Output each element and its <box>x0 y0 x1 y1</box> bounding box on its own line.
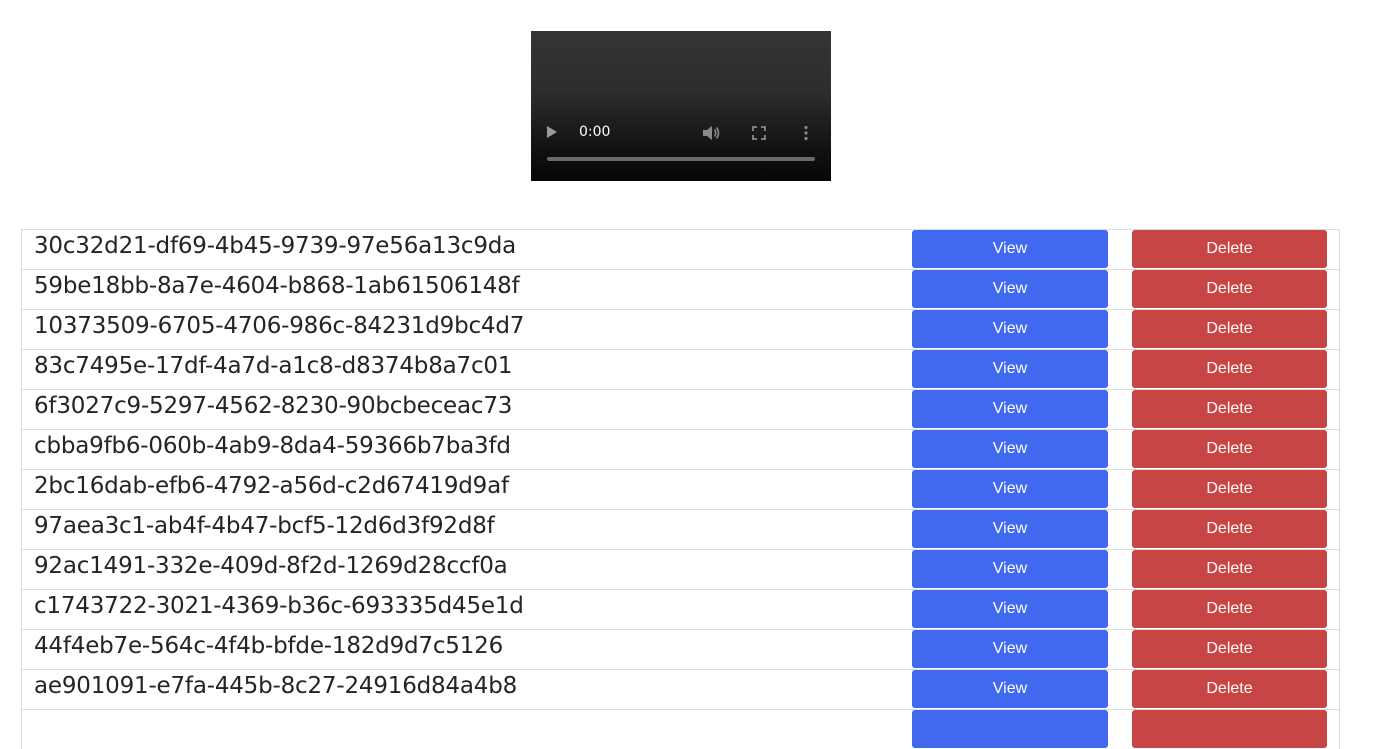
video-player[interactable]: 0:00 <box>531 31 831 181</box>
delete-button[interactable]: Delete <box>1132 510 1327 548</box>
list-item: 2bc16dab-efb6-4792-a56d-c2d67419d9af Vie… <box>21 469 1340 509</box>
delete-button[interactable]: Delete <box>1132 350 1327 388</box>
view-button[interactable]: View <box>912 430 1108 468</box>
list-item: 83c7495e-17df-4a7d-a1c8-d8374b8a7c01 Vie… <box>21 349 1340 389</box>
item-id: 83c7495e-17df-4a7d-a1c8-d8374b8a7c01 <box>34 353 513 379</box>
delete-button[interactable] <box>1132 710 1327 748</box>
item-id: 44f4eb7e-564c-4f4b-bfde-182d9d7c5126 <box>34 633 504 659</box>
delete-button[interactable]: Delete <box>1132 630 1327 668</box>
fullscreen-icon[interactable] <box>752 126 766 140</box>
list-item <box>21 709 1340 749</box>
view-button[interactable]: View <box>912 310 1108 348</box>
list-item: c1743722-3021-4369-b36c-693335d45e1d Vie… <box>21 589 1340 629</box>
item-id: 2bc16dab-efb6-4792-a56d-c2d67419d9af <box>34 473 509 499</box>
view-button[interactable]: View <box>912 350 1108 388</box>
delete-button[interactable]: Delete <box>1132 390 1327 428</box>
list-item: 92ac1491-332e-409d-8f2d-1269d28ccf0a Vie… <box>21 549 1340 589</box>
view-button[interactable]: View <box>912 230 1108 268</box>
list-item: 97aea3c1-ab4f-4b47-bcf5-12d6d3f92d8f Vie… <box>21 509 1340 549</box>
item-id: 97aea3c1-ab4f-4b47-bcf5-12d6d3f92d8f <box>34 513 495 539</box>
delete-button[interactable]: Delete <box>1132 670 1327 708</box>
view-button[interactable]: View <box>912 630 1108 668</box>
item-id: cbba9fb6-060b-4ab9-8da4-59366b7ba3fd <box>34 433 511 459</box>
view-button[interactable]: View <box>912 390 1108 428</box>
item-id: 10373509-6705-4706-986c-84231d9bc4d7 <box>34 313 525 339</box>
view-button[interactable]: View <box>912 510 1108 548</box>
volume-icon[interactable] <box>702 125 720 141</box>
video-time: 0:00 <box>579 124 611 140</box>
view-button[interactable]: View <box>912 670 1108 708</box>
list-item: cbba9fb6-060b-4ab9-8da4-59366b7ba3fd Vie… <box>21 429 1340 469</box>
play-icon[interactable] <box>547 126 557 138</box>
item-id: 6f3027c9-5297-4562-8230-90bcbeceac73 <box>34 393 513 419</box>
item-id: 59be18bb-8a7e-4604-b868-1ab61506148f <box>34 273 520 299</box>
list-item: ae901091-e7fa-445b-8c27-24916d84a4b8 Vie… <box>21 669 1340 709</box>
list-item: 6f3027c9-5297-4562-8230-90bcbeceac73 Vie… <box>21 389 1340 429</box>
more-options-icon[interactable] <box>803 125 809 141</box>
delete-button[interactable]: Delete <box>1132 230 1327 268</box>
view-button[interactable]: View <box>912 470 1108 508</box>
item-id: 92ac1491-332e-409d-8f2d-1269d28ccf0a <box>34 553 508 579</box>
delete-button[interactable]: Delete <box>1132 550 1327 588</box>
item-id: ae901091-e7fa-445b-8c27-24916d84a4b8 <box>34 673 518 699</box>
delete-button[interactable]: Delete <box>1132 430 1327 468</box>
view-button[interactable]: View <box>912 590 1108 628</box>
view-button[interactable]: View <box>912 270 1108 308</box>
progress-track[interactable] <box>547 157 815 161</box>
item-id: c1743722-3021-4369-b36c-693335d45e1d <box>34 593 524 619</box>
list-item: 44f4eb7e-564c-4f4b-bfde-182d9d7c5126 Vie… <box>21 629 1340 669</box>
item-id: 30c32d21-df69-4b45-9739-97e56a13c9da <box>34 233 517 259</box>
delete-button[interactable]: Delete <box>1132 310 1327 348</box>
delete-button[interactable]: Delete <box>1132 270 1327 308</box>
item-list: 30c32d21-df69-4b45-9739-97e56a13c9da Vie… <box>21 229 1340 749</box>
list-item: 30c32d21-df69-4b45-9739-97e56a13c9da Vie… <box>21 229 1340 269</box>
view-button[interactable] <box>912 710 1108 748</box>
view-button[interactable]: View <box>912 550 1108 588</box>
list-item: 10373509-6705-4706-986c-84231d9bc4d7 Vie… <box>21 309 1340 349</box>
delete-button[interactable]: Delete <box>1132 470 1327 508</box>
list-item: 59be18bb-8a7e-4604-b868-1ab61506148f Vie… <box>21 269 1340 309</box>
delete-button[interactable]: Delete <box>1132 590 1327 628</box>
